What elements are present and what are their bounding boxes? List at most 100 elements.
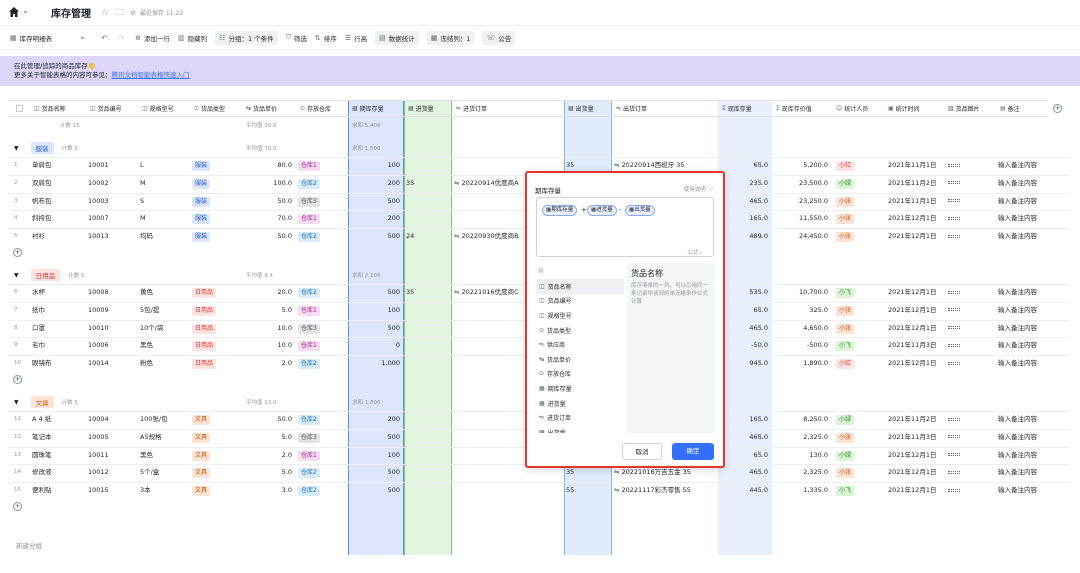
cell-date[interactable]: 2021年12月1日 — [888, 447, 944, 464]
cell-stock[interactable]: 200 — [350, 411, 400, 428]
column-header[interactable]: ▦ 出货量 — [564, 100, 612, 117]
cell-code[interactable]: 10001 — [88, 157, 138, 174]
cell-person[interactable]: 小飞 — [836, 284, 882, 301]
formula-token-in[interactable]: ▦进货量 — [587, 205, 617, 216]
cell-code[interactable]: 10004 — [88, 411, 138, 428]
cell-person[interactable]: 小飞 — [836, 482, 882, 499]
column-header[interactable]: Σ 现库存量 — [718, 100, 772, 117]
cell-code[interactable]: 10011 — [88, 447, 138, 464]
column-header[interactable]: ◫ 规格型号 — [138, 100, 190, 117]
cell-type[interactable]: 文具 — [192, 429, 242, 446]
cell-price[interactable]: 5.0 — [244, 464, 292, 481]
cell-name[interactable]: 口罩 — [32, 320, 86, 337]
cell-spec[interactable]: 黑色 — [140, 337, 190, 354]
sort-button[interactable]: ⇅ 排序 — [315, 33, 337, 43]
cell-date[interactable]: 2021年12月1日 — [888, 284, 944, 301]
cell-code[interactable]: 10007 — [88, 210, 138, 227]
cell-stock[interactable]: 200 — [350, 210, 400, 227]
cell-warehouse[interactable]: 仓库2 — [298, 284, 348, 301]
column-header[interactable]: ☺ 统计人员 — [832, 100, 884, 117]
cell-spec[interactable]: 粉色 — [140, 355, 190, 372]
cell-name[interactable]: 帆布包 — [32, 193, 86, 210]
column-header[interactable]: ⇋ 进货订单 — [452, 100, 564, 117]
cell-spec[interactable]: 5个/盒 — [140, 464, 190, 481]
cell-date[interactable]: 2021年12月1日 — [888, 355, 944, 372]
cell-type[interactable]: 文具 — [192, 464, 242, 481]
group-header[interactable]: ▼ 服装 计数 5 — [14, 141, 78, 155]
cell-in-qty[interactable] — [406, 447, 450, 464]
cell-spec[interactable]: 均码 — [140, 228, 190, 245]
cell-warehouse[interactable]: 仓库1 — [298, 337, 348, 354]
view-selector[interactable]: ▦ 库存明细表 — [10, 33, 52, 43]
cell-name[interactable]: 水杯 — [32, 284, 86, 301]
cell-person[interactable]: 小绿 — [836, 411, 882, 428]
cell-image[interactable] — [948, 193, 994, 210]
column-header[interactable]: ↹ 货品单价 — [242, 100, 296, 117]
add-row-icon[interactable]: + — [13, 502, 22, 511]
cell-type[interactable]: 日用品 — [192, 302, 242, 319]
cell-name[interactable]: 笔记本 — [32, 429, 86, 446]
cell-person[interactable]: 小张 — [836, 193, 882, 210]
collapse-triangle-icon[interactable]: ▼ — [14, 145, 19, 152]
group-header[interactable]: ▼ 日用品 计数 5 — [14, 268, 84, 282]
column-header[interactable]: ▣ 统计时间 — [884, 100, 944, 117]
cell-in-qty[interactable]: 24 — [406, 228, 450, 245]
cell-out-order[interactable]: ⇋ 20221117彩杰零售 55 — [614, 482, 718, 499]
cell-name[interactable]: 纸巾 — [32, 302, 86, 319]
home-icon[interactable] — [8, 6, 22, 20]
cell-code[interactable]: 10014 — [88, 355, 138, 372]
banner-guide-link[interactable]: 腾讯文档智能表格快速入门 — [112, 71, 190, 79]
add-row-icon[interactable]: + — [13, 375, 22, 384]
filter-button[interactable]: ⛉ 筛选 — [286, 33, 307, 43]
cell-name[interactable]: 双肩包 — [32, 175, 86, 192]
cell-stock[interactable]: 0 — [350, 337, 400, 354]
cell-type[interactable]: 日用品 — [192, 320, 242, 337]
cell-image[interactable] — [948, 482, 994, 499]
cell-image[interactable] — [948, 320, 994, 337]
cell-person[interactable]: 小张 — [836, 210, 882, 227]
cell-warehouse[interactable]: 仓库1 — [298, 210, 348, 227]
cell-stock[interactable]: 1,000 — [350, 355, 400, 372]
cell-warehouse[interactable]: 仓库1 — [298, 447, 348, 464]
cell-name[interactable]: 衬衫 — [32, 228, 86, 245]
cell-spec[interactable]: M — [140, 175, 190, 192]
cell-spec[interactable]: L — [140, 157, 190, 174]
cell-image[interactable] — [948, 228, 994, 245]
cell-warehouse[interactable]: 仓库3 — [298, 429, 348, 446]
cell-warehouse[interactable]: 仓库2 — [298, 482, 348, 499]
cell-price[interactable]: 5.0 — [244, 302, 292, 319]
cell-warehouse[interactable]: 仓库3 — [298, 193, 348, 210]
cell-note[interactable]: 输入备注内容 — [998, 429, 1054, 446]
cell-image[interactable] — [948, 210, 994, 227]
column-header[interactable]: ▤ 备注 — [996, 100, 1048, 117]
cell-in-qty[interactable] — [406, 157, 450, 174]
cell-stock[interactable]: 500 — [350, 464, 400, 481]
cell-warehouse[interactable]: 仓库2 — [298, 175, 348, 192]
cell-stock[interactable]: 200 — [350, 175, 400, 192]
formula-token-stock[interactable]: ▦期库存量 — [542, 205, 578, 216]
column-header[interactable]: ▦ 进货量 — [404, 100, 452, 117]
field-option[interactable]: ▦出货量 — [536, 425, 624, 433]
cell-image[interactable] — [948, 175, 994, 192]
column-header[interactable]: ⇋ 出货订单 — [612, 100, 718, 117]
cell-date[interactable]: 2021年12月1日 — [888, 320, 944, 337]
cell-type[interactable]: 文具 — [192, 482, 242, 499]
cell-out-qty[interactable]: 55 — [566, 482, 610, 499]
cell-warehouse[interactable]: 仓库2 — [298, 464, 348, 481]
cell-note[interactable]: 输入备注内容 — [998, 193, 1054, 210]
cell-date[interactable]: 2021年12月1日 — [888, 228, 944, 245]
cell-note[interactable]: 输入备注内容 — [998, 447, 1054, 464]
cell-code[interactable]: 10010 — [88, 320, 138, 337]
cell-in-qty[interactable] — [406, 302, 450, 319]
cell-note[interactable]: 输入备注内容 — [998, 411, 1054, 428]
cell-date[interactable]: 2021年11月1日 — [888, 193, 944, 210]
cell-type[interactable]: 日用品 — [192, 337, 242, 354]
chevron-down-icon[interactable]: ▾ — [24, 9, 27, 16]
field-option[interactable]: ↹ 货品单价 — [536, 352, 624, 367]
cell-price[interactable]: 50.0 — [244, 193, 292, 210]
cancel-button[interactable]: 取消 — [622, 443, 662, 460]
cell-date[interactable]: 2021年12月1日 — [888, 302, 944, 319]
cell-image[interactable] — [948, 464, 994, 481]
column-header[interactable]: ◫ 货品名称 — [30, 100, 86, 117]
field-option[interactable]: ⊙ 存放仓库 — [536, 367, 624, 382]
